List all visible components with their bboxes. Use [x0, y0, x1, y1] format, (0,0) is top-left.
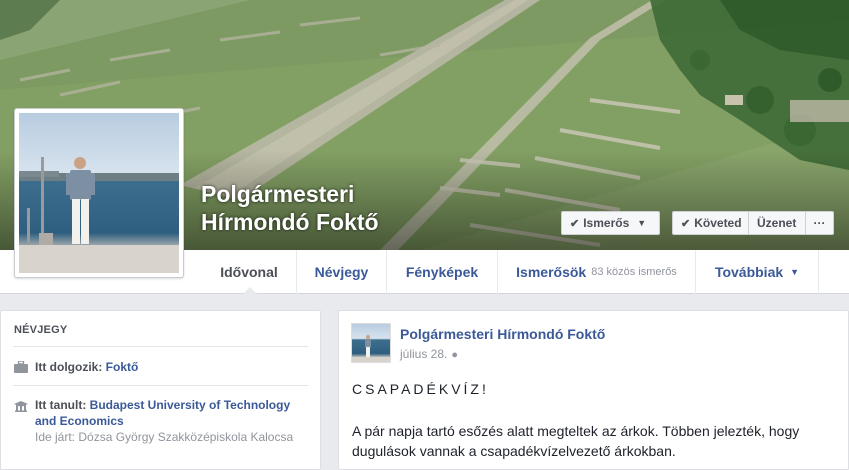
work-link[interactable]: Foktő: [106, 360, 139, 374]
profile-photo-person: [19, 157, 179, 273]
tab-photos[interactable]: Fényképek: [387, 250, 498, 294]
timeline-post: Polgármesteri Hírmondó Foktő július 28. ●…: [338, 310, 849, 470]
checkmark-icon: ✔: [681, 217, 691, 230]
tab-more-label: Továbbiak: [714, 264, 784, 280]
more-options-button[interactable]: ···: [806, 211, 834, 235]
tab-photos-label: Fényképek: [405, 264, 479, 280]
attended-link[interactable]: Dózsa György Szakközépiskola Kalocsa: [78, 430, 293, 444]
tab-about-label: Névjegy: [314, 264, 369, 280]
tab-more[interactable]: Továbbiak ▼: [696, 250, 819, 294]
post-body: A pár napja tartó esőzés alatt megteltek…: [352, 423, 800, 459]
graduation-cap-icon: [14, 401, 28, 412]
caret-down-icon: ▼: [637, 218, 647, 228]
attended-label: Ide járt:: [35, 430, 76, 444]
friend-status-button[interactable]: ✔ Ismerős ▼: [561, 211, 660, 235]
about-card: NÉVJEGY Itt dolgozik: Foktő Itt tanult: …: [0, 310, 321, 470]
post-author-avatar[interactable]: [351, 323, 391, 363]
work-info-row: Itt dolgozik: Foktő: [1, 347, 320, 385]
friend-status-label: Ismerős: [583, 216, 630, 230]
post-date[interactable]: július 28. ●: [400, 347, 458, 361]
follow-button[interactable]: ✔ Követed: [672, 211, 749, 235]
tab-timeline-label: Idővonal: [220, 264, 278, 280]
tab-friends[interactable]: Ismerősök 83 közös ismerős: [498, 250, 696, 294]
profile-picture-image: [19, 113, 179, 273]
page-name-line1[interactable]: Polgármesteri: [201, 180, 461, 208]
avatar-person: [352, 335, 390, 362]
tab-friends-label: Ismerősök: [516, 264, 587, 280]
briefcase-icon: [14, 361, 28, 373]
work-label: Itt dolgozik:: [35, 360, 103, 374]
caret-down-icon: ▼: [790, 267, 800, 277]
education-info-row: Itt tanult: Budapest University of Techn…: [1, 386, 320, 453]
study-label: Itt tanult:: [35, 398, 87, 412]
profile-picture[interactable]: [14, 108, 184, 278]
checkmark-icon: ✔: [570, 217, 580, 230]
active-tab-indicator: [243, 287, 257, 294]
message-label: Üzenet: [757, 216, 797, 230]
page-name[interactable]: Polgármesteri Hírmondó Foktő: [201, 180, 461, 236]
ellipsis-icon: ···: [813, 216, 826, 230]
post-title: CSAPADÉKVÍZ!: [352, 381, 489, 397]
post-date-label[interactable]: július 28.: [400, 347, 447, 361]
follow-message-group: ✔ Követed Üzenet ···: [672, 211, 834, 235]
about-card-header[interactable]: NÉVJEGY: [1, 311, 320, 346]
message-button[interactable]: Üzenet: [749, 211, 806, 235]
page-name-line2[interactable]: Hírmondó Foktő: [201, 208, 461, 236]
globe-icon: ●: [451, 349, 459, 361]
post-author-name[interactable]: Polgármesteri Hírmondó Foktő: [400, 326, 605, 342]
mutual-friends-count: 83 közös ismerős: [591, 266, 677, 278]
tab-about[interactable]: Névjegy: [297, 250, 387, 294]
follow-label: Követed: [694, 216, 742, 230]
